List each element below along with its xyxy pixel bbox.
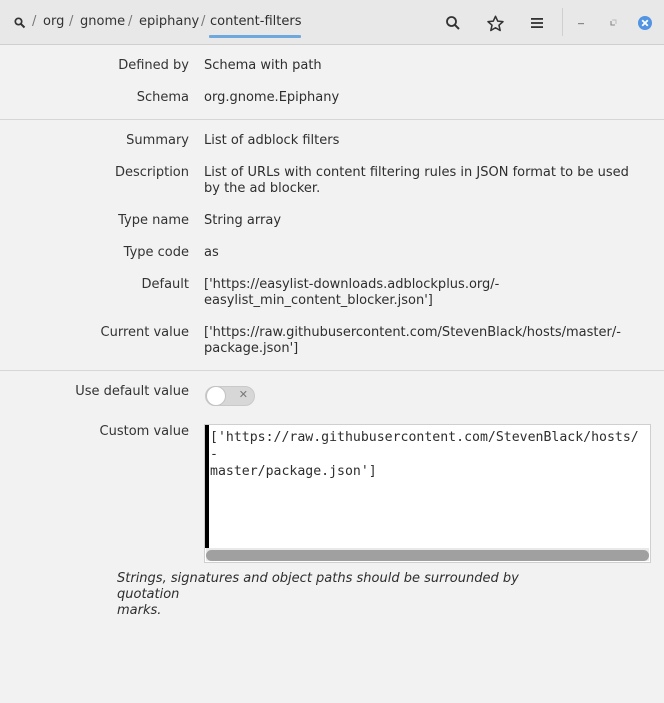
schema-value: org.gnome.Epiphany bbox=[204, 90, 340, 105]
type-name-label: Type name bbox=[118, 213, 189, 228]
type-code-label: Type code bbox=[123, 245, 189, 260]
section-divider bbox=[0, 370, 664, 371]
switch-knob bbox=[206, 386, 226, 406]
default-label: Default bbox=[141, 277, 190, 292]
use-default-label: Use default value bbox=[75, 384, 189, 399]
text-cursor-bar bbox=[205, 425, 209, 548]
header-separator bbox=[562, 8, 563, 36]
use-default-switch[interactable]: ✕ bbox=[205, 386, 255, 406]
current-value-label: Current value bbox=[100, 325, 189, 340]
schema-label: Schema bbox=[136, 90, 189, 105]
star-icon[interactable] bbox=[483, 11, 507, 35]
header-bar: / org / gnome / epiphany / content-filte… bbox=[0, 0, 664, 45]
breadcrumb-separator: / bbox=[201, 14, 206, 29]
custom-value-editor[interactable]: ['https://raw.githubusercontent.com/Stev… bbox=[204, 424, 651, 563]
custom-value-line: master/package.json'] bbox=[210, 464, 377, 479]
minimize-icon[interactable] bbox=[569, 11, 593, 35]
description-value: List of URLs with content filtering rule… bbox=[204, 165, 629, 196]
summary-label: Summary bbox=[126, 133, 189, 148]
default-value-line: ['https://easylist-downloads.adblockplus… bbox=[204, 277, 500, 292]
default-value-line: easylist_min_content_blocker.json'] bbox=[204, 293, 433, 308]
restore-icon[interactable] bbox=[601, 11, 625, 35]
close-icon[interactable] bbox=[633, 11, 657, 35]
custom-value-text[interactable]: ['https://raw.githubusercontent.com/Stev… bbox=[210, 429, 646, 480]
switch-off-icon: ✕ bbox=[238, 388, 248, 401]
search-icon[interactable] bbox=[441, 11, 465, 35]
hint-text: Strings, signatures and object paths sho… bbox=[117, 571, 557, 619]
type-code-value: as bbox=[204, 245, 219, 260]
breadcrumb-gnome[interactable]: gnome bbox=[80, 14, 125, 29]
search-path-icon[interactable] bbox=[8, 11, 32, 35]
defined-by-value: Schema with path bbox=[204, 58, 322, 73]
summary-value: List of adblock filters bbox=[204, 133, 340, 148]
current-value-line: package.json'] bbox=[204, 341, 299, 356]
breadcrumb-epiphany[interactable]: epiphany bbox=[139, 14, 199, 29]
current-value: ['https://raw.githubusercontent.com/Stev… bbox=[204, 325, 644, 357]
breadcrumb-content-filters[interactable]: content-filters bbox=[210, 14, 301, 29]
scrollbar-thumb[interactable] bbox=[206, 550, 649, 561]
custom-value-label: Custom value bbox=[99, 424, 189, 439]
current-value-line: ['https://raw.githubusercontent.com/Stev… bbox=[204, 325, 621, 340]
horizontal-scrollbar[interactable] bbox=[206, 548, 649, 561]
breadcrumb-separator: / bbox=[32, 14, 37, 29]
default-value: ['https://easylist-downloads.adblockplus… bbox=[204, 277, 644, 309]
breadcrumb-separator: / bbox=[69, 14, 74, 29]
section-divider bbox=[0, 119, 664, 120]
hint-line: Strings, signatures and object paths sho… bbox=[117, 571, 519, 602]
custom-value-line: ['https://raw.githubusercontent.com/Stev… bbox=[210, 430, 639, 462]
breadcrumb-org[interactable]: org bbox=[43, 14, 64, 29]
active-breadcrumb-indicator bbox=[209, 35, 301, 38]
type-name-value: String array bbox=[204, 213, 282, 228]
hint-line: marks. bbox=[117, 603, 162, 618]
hamburger-menu-icon[interactable] bbox=[525, 11, 549, 35]
description-label: Description bbox=[114, 165, 189, 180]
defined-by-label: Defined by bbox=[118, 58, 189, 73]
breadcrumb-separator: / bbox=[128, 14, 133, 29]
